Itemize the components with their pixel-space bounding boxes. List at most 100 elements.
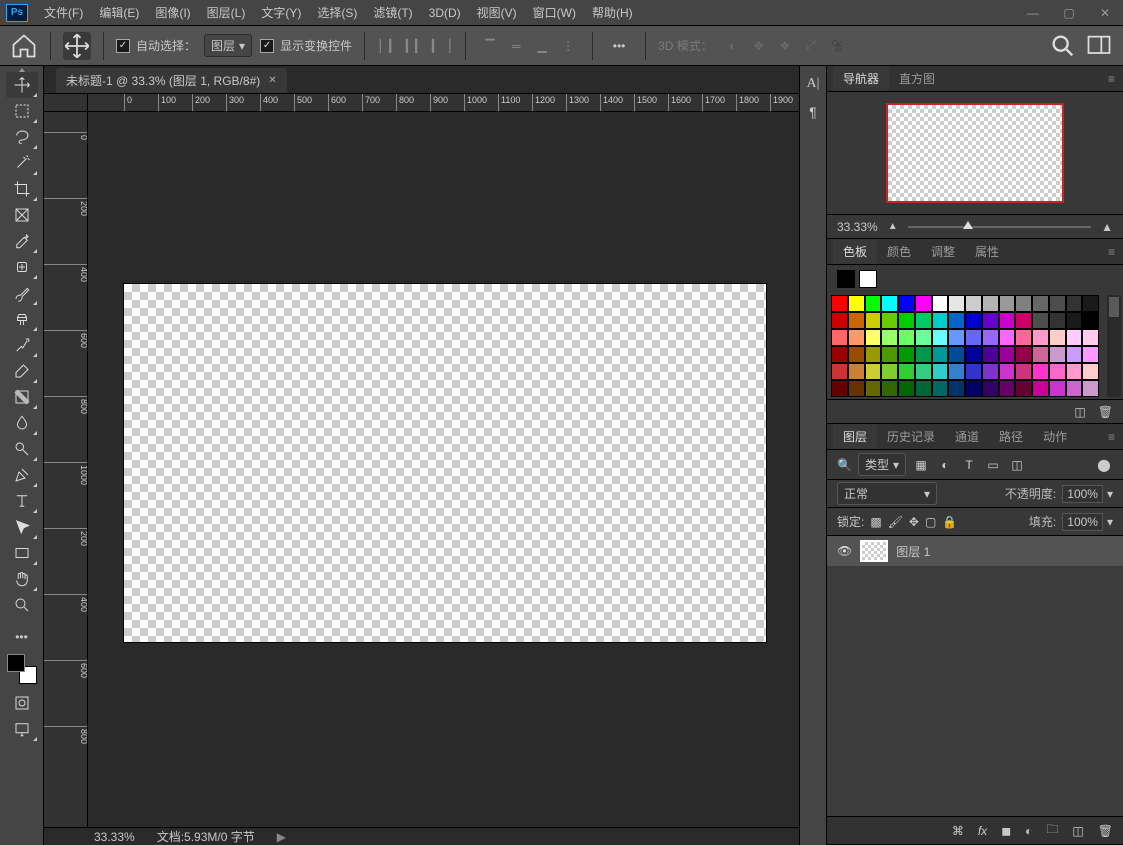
swatch[interactable]	[1049, 295, 1066, 312]
document-tab[interactable]: 未标题-1 @ 33.3% (图层 1, RGB/8#) ✕	[56, 68, 287, 93]
canvas[interactable]	[124, 284, 766, 642]
layer-filter-search-icon[interactable]: 🔍	[837, 458, 852, 472]
auto-select-target[interactable]: 图层▾	[204, 34, 252, 57]
lock-all-icon[interactable]: 🔒	[942, 515, 957, 529]
new-layer-icon[interactable]: ◫	[1072, 824, 1083, 838]
opacity-value[interactable]: 100%▾	[1062, 485, 1113, 503]
swatch[interactable]	[1049, 346, 1066, 363]
channels-tab[interactable]: 通道	[945, 424, 989, 449]
zoom-slider[interactable]	[908, 226, 1092, 228]
swatch[interactable]	[831, 363, 848, 380]
lasso-tool[interactable]	[6, 124, 38, 150]
swatch[interactable]	[898, 295, 915, 312]
path-select-tool[interactable]	[6, 514, 38, 540]
history-brush-tool[interactable]	[6, 332, 38, 358]
lock-pixels-icon[interactable]: 🖌	[888, 515, 903, 529]
layer-row[interactable]: 👁 图层 1	[827, 536, 1123, 566]
swatch[interactable]	[1015, 295, 1032, 312]
swatch[interactable]	[1015, 380, 1032, 397]
dodge-tool[interactable]	[6, 436, 38, 462]
filter-type-icon[interactable]: T	[960, 456, 978, 474]
histogram-tab[interactable]: 直方图	[889, 66, 945, 91]
foreground-color-swatch[interactable]	[7, 654, 25, 672]
swatch[interactable]	[1066, 380, 1083, 397]
swatch[interactable]	[865, 380, 882, 397]
swatch[interactable]	[848, 312, 865, 329]
filter-toggle-icon[interactable]: ⬤	[1095, 456, 1113, 474]
swatch[interactable]	[999, 329, 1016, 346]
navigator-tab[interactable]: 导航器	[833, 66, 889, 91]
swatches-tab[interactable]: 色板	[833, 239, 877, 264]
swatch[interactable]	[982, 380, 999, 397]
layer-thumbnail[interactable]	[860, 540, 888, 562]
swatch[interactable]	[881, 295, 898, 312]
swatch[interactable]	[948, 380, 965, 397]
swatch[interactable]	[965, 346, 982, 363]
orbit-3d-icon[interactable]: ◐	[721, 34, 745, 58]
align-left-icon[interactable]: ▏▎	[377, 34, 401, 58]
delete-swatch-icon[interactable]: 🗑	[1098, 405, 1113, 419]
type-tool[interactable]	[6, 488, 38, 514]
window-minimize[interactable]: —	[1015, 0, 1051, 26]
frame-tool[interactable]	[6, 202, 38, 228]
more-options-icon[interactable]: •••	[605, 32, 633, 60]
align-top-icon[interactable]: ▔	[478, 34, 502, 58]
edit-toolbar[interactable]: •••	[6, 624, 38, 650]
zoom-out-icon[interactable]: ▲	[888, 221, 898, 232]
move-tool[interactable]	[6, 72, 38, 98]
quick-mask-tool[interactable]	[6, 690, 38, 716]
swatch[interactable]	[881, 363, 898, 380]
swatch[interactable]	[1015, 346, 1032, 363]
current-bg-swatch[interactable]	[859, 270, 877, 288]
swatch[interactable]	[1066, 295, 1083, 312]
menu-edit[interactable]: 编辑(E)	[91, 0, 147, 26]
actions-tab[interactable]: 动作	[1033, 424, 1077, 449]
align-vcenter-icon[interactable]: ═	[504, 34, 528, 58]
swatch[interactable]	[948, 363, 965, 380]
window-close[interactable]: ✕	[1087, 0, 1123, 26]
close-tab-icon[interactable]: ✕	[268, 75, 276, 86]
swatch[interactable]	[915, 329, 932, 346]
swatch[interactable]	[865, 329, 882, 346]
workspace-icon[interactable]	[1085, 32, 1113, 60]
swatch[interactable]	[1082, 346, 1099, 363]
swatch[interactable]	[1015, 329, 1032, 346]
gradient-tool[interactable]	[6, 384, 38, 410]
swatch[interactable]	[831, 380, 848, 397]
menu-file[interactable]: 文件(F)	[36, 0, 91, 26]
status-more-icon[interactable]: ▶	[277, 830, 286, 844]
delete-layer-icon[interactable]: 🗑	[1098, 824, 1113, 838]
properties-tab[interactable]: 属性	[965, 239, 1009, 264]
color-tab[interactable]: 颜色	[877, 239, 921, 264]
swatch[interactable]	[999, 346, 1016, 363]
panel-menu-icon[interactable]: ≡	[1108, 430, 1115, 444]
home-icon[interactable]	[10, 32, 38, 60]
swatch[interactable]	[865, 295, 882, 312]
swatch[interactable]	[915, 363, 932, 380]
swatch[interactable]	[865, 363, 882, 380]
swatch[interactable]	[881, 312, 898, 329]
swatch[interactable]	[1049, 380, 1066, 397]
lock-artboard-icon[interactable]: ▢	[925, 515, 936, 529]
swatch[interactable]	[1082, 312, 1099, 329]
swatch[interactable]	[915, 346, 932, 363]
swatch[interactable]	[898, 312, 915, 329]
lock-transparency-icon[interactable]: ▩	[870, 515, 881, 529]
healing-brush-tool[interactable]	[6, 254, 38, 280]
swatch-grid[interactable]	[827, 293, 1123, 399]
swatch[interactable]	[1032, 380, 1049, 397]
swatch[interactable]	[965, 363, 982, 380]
menu-type[interactable]: 文字(Y)	[253, 0, 309, 26]
align-right-icon[interactable]: ▎▕	[429, 34, 453, 58]
canvas-viewport[interactable]	[88, 112, 799, 827]
swatch[interactable]	[1015, 312, 1032, 329]
swatch[interactable]	[982, 329, 999, 346]
swatch[interactable]	[932, 363, 949, 380]
slide-3d-icon[interactable]: ⤢	[799, 34, 823, 58]
swatch[interactable]	[1066, 346, 1083, 363]
swatch[interactable]	[999, 295, 1016, 312]
layer-filter-type[interactable]: 类型▾	[858, 453, 906, 476]
swatch[interactable]	[1049, 312, 1066, 329]
show-transform-checkbox[interactable]: ✓ 显示变换控件	[260, 37, 352, 54]
swatch[interactable]	[965, 295, 982, 312]
